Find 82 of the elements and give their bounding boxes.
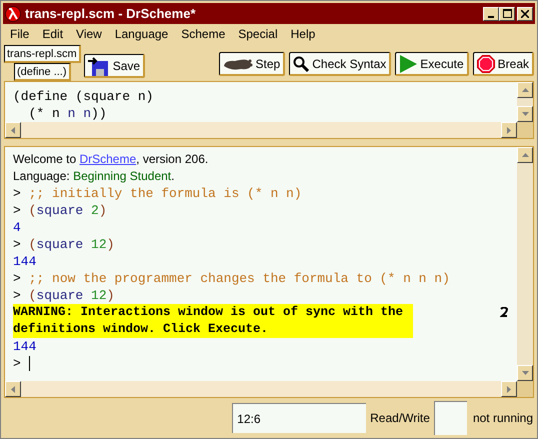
code-text: ) [106,287,114,304]
close-icon [521,10,529,18]
status-label: not running [472,410,533,427]
code-text: 12 [91,287,107,304]
play-icon [399,54,418,72]
code-text: 144 [13,253,36,270]
code-text: ) [106,236,114,253]
menu-item[interactable]: Edit [42,24,64,42]
scrollbar-corner [517,122,533,138]
maximize-button[interactable] [499,6,515,20]
code-text: > [13,202,22,219]
check-button[interactable]: Check Syntax [289,52,392,76]
status-box [434,401,467,435]
definitions-editor[interactable]: (define (square n) (* n n n)) [4,81,534,139]
code-text: ( [28,202,36,219]
text-cursor [28,356,30,371]
code-text: square [36,287,84,304]
menu-item[interactable]: Language [114,24,168,42]
menu-item[interactable]: Scheme [181,24,226,42]
vertical-scrollbar[interactable] [517,147,533,381]
code-text: > [13,185,22,202]
code-text: (define (square n) [13,89,154,104]
scroll-right-icon[interactable] [501,122,517,138]
code-text: 2 [91,202,99,219]
mode-label: Read/Write [370,410,430,427]
scroll-left-icon[interactable] [5,122,21,138]
code-text: > [13,236,22,253]
code-text: 12 [91,236,107,253]
code-text: > [13,270,22,287]
definitions-menu-button[interactable]: (define ...) [14,63,71,81]
step-button[interactable]: Step [218,52,286,76]
code-text: ( [28,236,36,253]
scroll-down-icon[interactable] [517,106,533,122]
execute-button[interactable]: Execute [395,52,469,76]
window-title: trans-repl.scm - DrScheme* [25,4,197,23]
menu-item[interactable]: File [10,24,30,42]
minimize-button[interactable] [483,6,499,20]
code-text: ( [28,287,36,304]
warning-message: WARNING: Interactions window is out of sync with the definitions window. Click Execute. [13,304,413,338]
stop-sign-icon [476,54,495,72]
scroll-up-icon[interactable] [517,147,533,163]
code-text: )) [91,106,107,121]
code-text: Welcome to [13,152,78,166]
horizontal-scrollbar[interactable] [5,122,517,138]
code-text: n n [68,106,92,121]
scroll-right-icon[interactable] [501,381,517,397]
stepper-icon [500,307,508,317]
code-text: Beginning Student [73,169,172,183]
code-text: (* n [28,106,61,121]
code-text: square [36,202,84,219]
lambda-icon [5,6,21,22]
link[interactable]: DrScheme [79,152,136,166]
code-text: > [13,287,22,304]
code-text: Language: [13,169,71,183]
scroll-left-icon[interactable] [5,381,21,397]
code-text: , version 206. [136,152,208,166]
scrollbar-corner [517,381,533,397]
scroll-down-icon[interactable] [517,365,533,381]
code-text: . [171,169,174,183]
menu-item[interactable]: Special [238,24,278,42]
horizontal-scrollbar[interactable] [5,381,517,397]
code-text: > [13,355,22,372]
code-text: ;; now the programmer changes the formula to (* n n n) [28,270,450,287]
menu-item[interactable]: View [76,24,102,42]
code-text: 144 [13,338,36,355]
menu-item[interactable]: Help [290,24,316,42]
scroll-up-icon[interactable] [517,82,533,98]
code-text: ) [98,202,107,219]
vertical-scrollbar[interactable] [517,82,533,122]
floppy-disk-icon [88,54,110,76]
maximize-icon [502,9,512,18]
minimize-icon [488,16,494,18]
position-field: 12:6 [232,403,366,433]
close-button[interactable] [517,6,533,20]
code-text: ;; initially the formula is (* n n) [28,185,302,202]
interactions-console[interactable] [4,146,534,398]
save-button[interactable]: Save [84,54,146,78]
code-text: 4 [13,219,21,236]
file-name-button[interactable]: trans-repl.scm [4,45,81,63]
magnifier-icon [293,56,310,72]
code-text: square [36,236,84,253]
break-button[interactable]: Break [472,52,534,76]
